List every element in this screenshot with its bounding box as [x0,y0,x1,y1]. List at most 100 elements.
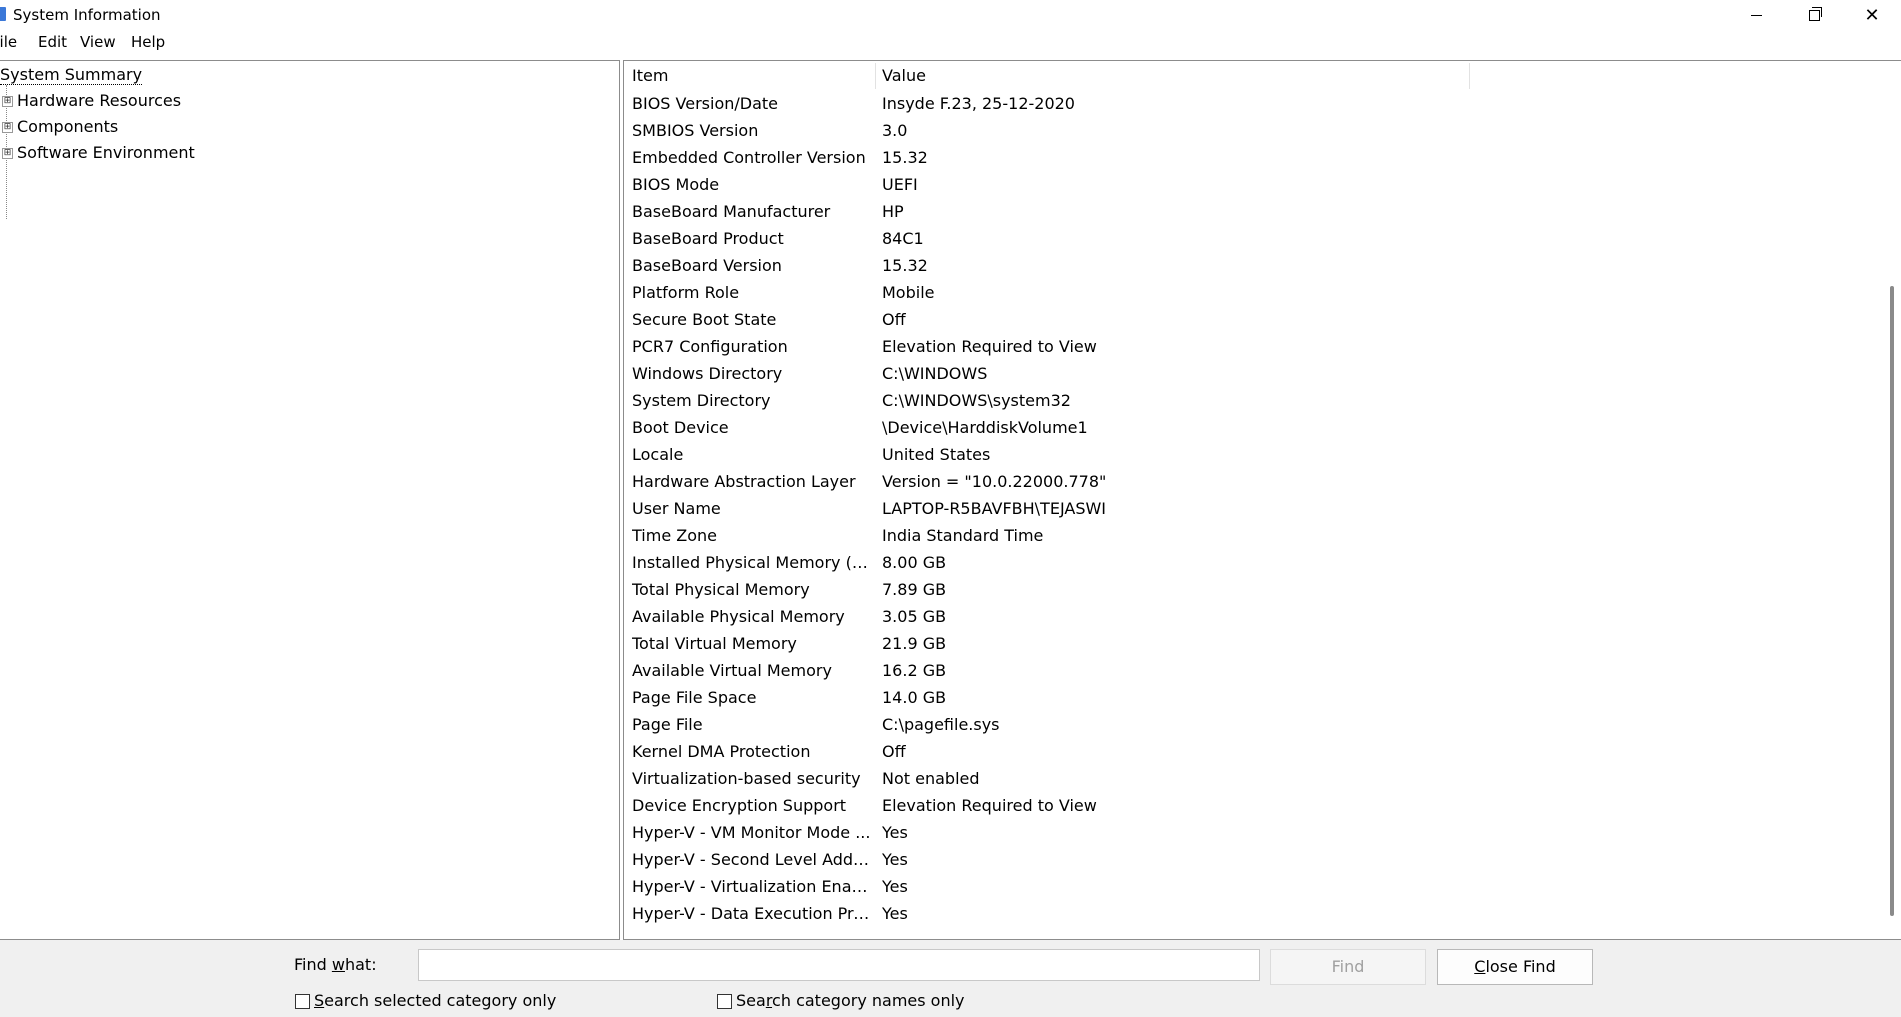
item-cell: Secure Boot State [632,310,777,329]
list-rows: BIOS Version/Date Insyde F.23, 25-12-2020… [624,92,1884,929]
item-cell: Available Virtual Memory [632,661,832,680]
menu-file[interactable]: File [0,32,17,52]
column-divider[interactable] [875,63,876,89]
table-row[interactable]: Available Physical Memory 3.05 GB [624,605,1884,632]
item-cell: Hyper-V - Data Execution Pro... [632,904,872,923]
menu-file-label: File [0,33,18,51]
item-cell: System Directory [632,391,771,410]
value-cell: Elevation Required to View [882,337,1097,356]
item-cell: BIOS Mode [632,175,720,194]
item-cell: Hyper-V - Second Level Addre... [632,850,872,869]
table-row[interactable]: Secure Boot State Off [624,308,1884,335]
menu-view[interactable]: View [80,32,116,52]
menu-help[interactable]: Help [131,32,165,52]
table-row[interactable]: Boot Device \Device\HarddiskVolume1 [624,416,1884,443]
table-row[interactable]: Device Encryption Support Elevation Requi… [624,794,1884,821]
tree-item-system-summary[interactable]: System Summary [0,65,143,85]
table-row[interactable]: Kernel DMA Protection Off [624,740,1884,767]
expand-icon[interactable]: ⊞ [2,121,13,133]
item-cell: Available Physical Memory [632,607,845,626]
table-row[interactable]: BIOS Mode UEFI [624,173,1884,200]
search-category-names-checkbox[interactable]: Search category names only [717,991,965,1011]
value-cell: 3.0 [882,121,908,140]
details-list[interactable]: Item Value BIOS Version/Date Insyde F.23,… [623,60,1901,940]
table-row[interactable]: Virtualization-based security Not enabled [624,767,1884,794]
table-row[interactable]: BaseBoard Manufacturer HP [624,200,1884,227]
expand-icon[interactable]: ⊞ [2,95,13,107]
item-cell: Device Encryption Support [632,796,847,815]
table-row[interactable]: Platform Role Mobile [624,281,1884,308]
table-row[interactable]: Time Zone India Standard Time [624,524,1884,551]
item-cell: Boot Device [632,418,729,437]
table-row[interactable]: Hardware Abstraction Layer Version = "10.… [624,470,1884,497]
table-row[interactable]: User Name LAPTOP-R5BAVFBH\TEJASWI [624,497,1884,524]
item-cell: Total Physical Memory [632,580,810,599]
table-row[interactable]: SMBIOS Version 3.0 [624,119,1884,146]
item-cell: Hyper-V - Virtualization Enabl... [632,877,872,896]
tree-item-software-environment[interactable]: ⊞ Software Environment [0,143,195,163]
item-cell: Windows Directory [632,364,783,383]
item-cell: Platform Role [632,283,740,302]
table-row[interactable]: Page File C:\pagefile.sys [624,713,1884,740]
window-title: System Information [13,6,161,24]
value-cell: C:\WINDOWS\system32 [882,391,1071,410]
category-tree[interactable]: System Summary ⊞ Hardware Resources ⊞ Co… [0,60,620,940]
menu-bar: File Edit View Help [0,30,1901,54]
table-row[interactable]: Available Virtual Memory 16.2 GB [624,659,1884,686]
search-selected-category-checkbox[interactable]: Search selected category only [295,991,556,1011]
item-cell: Page File Space [632,688,757,707]
table-row[interactable]: BaseBoard Product 84C1 [624,227,1884,254]
minimize-icon [1750,14,1762,16]
value-cell: Insyde F.23, 25-12-2020 [882,94,1075,113]
value-cell: C:\pagefile.sys [882,715,1000,734]
item-cell: BaseBoard Manufacturer [632,202,831,221]
table-row[interactable]: Installed Physical Memory (RA... 8.00 GB [624,551,1884,578]
column-header-value[interactable]: Value [882,66,926,86]
tree-item-components[interactable]: ⊞ Components [0,117,118,137]
restore-button[interactable] [1785,0,1843,30]
table-row[interactable]: BIOS Version/Date Insyde F.23, 25-12-2020 [624,92,1884,119]
item-cell: Locale [632,445,684,464]
column-divider[interactable] [1469,63,1470,89]
expand-icon[interactable]: ⊞ [2,147,13,159]
value-cell: 16.2 GB [882,661,947,680]
item-cell: Installed Physical Memory (RA... [632,553,872,572]
table-row[interactable]: Hyper-V - Data Execution Pro... Yes [624,902,1884,929]
value-cell: Yes [882,823,908,842]
table-row[interactable]: Embedded Controller Version 15.32 [624,146,1884,173]
table-row[interactable]: Hyper-V - VM Monitor Mode ... Yes [624,821,1884,848]
table-row[interactable]: PCR7 Configuration Elevation Required to … [624,335,1884,362]
value-cell: C:\WINDOWS [882,364,988,383]
close-find-button[interactable]: Close Find [1437,949,1593,985]
value-cell: Yes [882,877,908,896]
item-cell: PCR7 Configuration [632,337,788,356]
table-row[interactable]: Total Physical Memory 7.89 GB [624,578,1884,605]
close-icon: ✕ [1864,4,1880,26]
item-cell: Embedded Controller Version [632,148,866,167]
minimize-button[interactable] [1727,0,1785,30]
table-row[interactable]: Hyper-V - Virtualization Enabl... Yes [624,875,1884,902]
find-what-input[interactable] [418,949,1260,981]
item-cell: Hardware Abstraction Layer [632,472,856,491]
table-row[interactable]: Total Virtual Memory 21.9 GB [624,632,1884,659]
table-row[interactable]: Page File Space 14.0 GB [624,686,1884,713]
value-cell: 8.00 GB [882,553,947,572]
table-row[interactable]: System Directory C:\WINDOWS\system32 [624,389,1884,416]
find-what-label: Find what: [294,955,377,974]
menu-edit[interactable]: Edit [38,32,67,52]
table-row[interactable]: Hyper-V - Second Level Addre... Yes [624,848,1884,875]
table-row[interactable]: BaseBoard Version 15.32 [624,254,1884,281]
item-cell: Virtualization-based security [632,769,861,788]
close-button[interactable]: ✕ [1843,0,1901,30]
find-button[interactable]: Find [1270,949,1426,985]
checkbox-box[interactable] [295,993,310,1009]
scrollbar-thumb[interactable] [1890,286,1894,916]
item-cell: Page File [632,715,703,734]
table-row[interactable]: Windows Directory C:\WINDOWS [624,362,1884,389]
column-header-item[interactable]: Item [632,66,668,86]
menu-view-label: View [80,33,116,51]
tree-item-hardware-resources[interactable]: ⊞ Hardware Resources [0,91,181,111]
vertical-scrollbar[interactable] [1886,61,1900,939]
table-row[interactable]: Locale United States [624,443,1884,470]
checkbox-box[interactable] [717,993,732,1009]
